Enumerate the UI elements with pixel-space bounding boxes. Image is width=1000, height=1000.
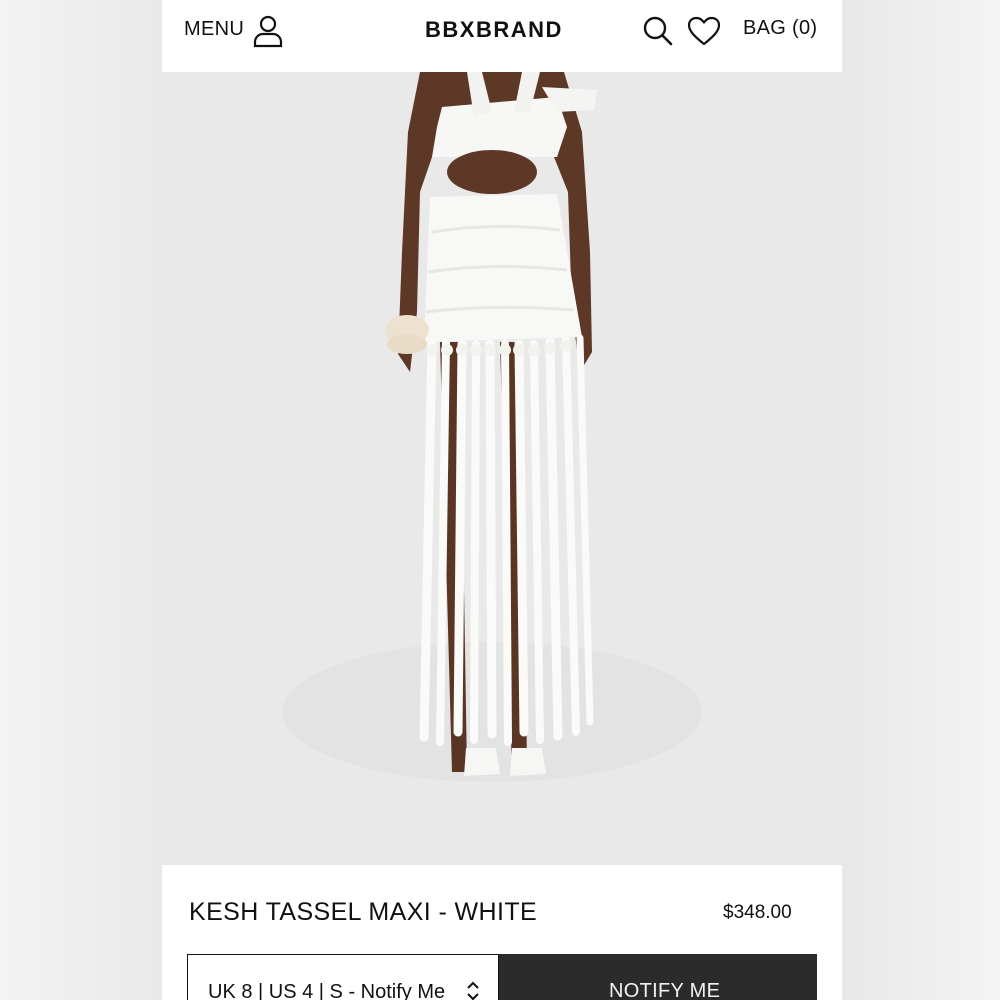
product-image[interactable] [162, 72, 842, 865]
notify-me-button[interactable]: NOTIFY ME [499, 954, 817, 1000]
notify-me-label: NOTIFY ME [609, 980, 721, 1000]
brand-logo[interactable]: BBXBRAND [425, 17, 563, 43]
bag-button[interactable]: BAG (0) [743, 17, 817, 40]
size-selected-value: UK 8 | US 4 | S - Notify Me [208, 981, 446, 1000]
product-photo [162, 72, 842, 865]
background-left [0, 0, 162, 1000]
user-icon[interactable] [250, 13, 286, 49]
top-navigation-bar: MENU BBXBRAND BAG (0) [162, 0, 842, 72]
search-icon[interactable] [641, 14, 675, 48]
heart-icon[interactable] [686, 15, 722, 47]
background-right [842, 0, 1000, 1000]
size-dropdown[interactable]: UK 8 | US 4 | S - Notify Me [187, 954, 499, 1000]
app-screen: MENU BBXBRAND BAG (0) KESH TASSEL MAXI -… [162, 0, 842, 1000]
product-price: $348.00 [723, 902, 792, 923]
menu-button[interactable]: MENU [184, 18, 244, 41]
product-title: KESH TASSEL MAXI - WHITE [189, 898, 538, 926]
updown-chevron-icon [467, 981, 479, 1000]
